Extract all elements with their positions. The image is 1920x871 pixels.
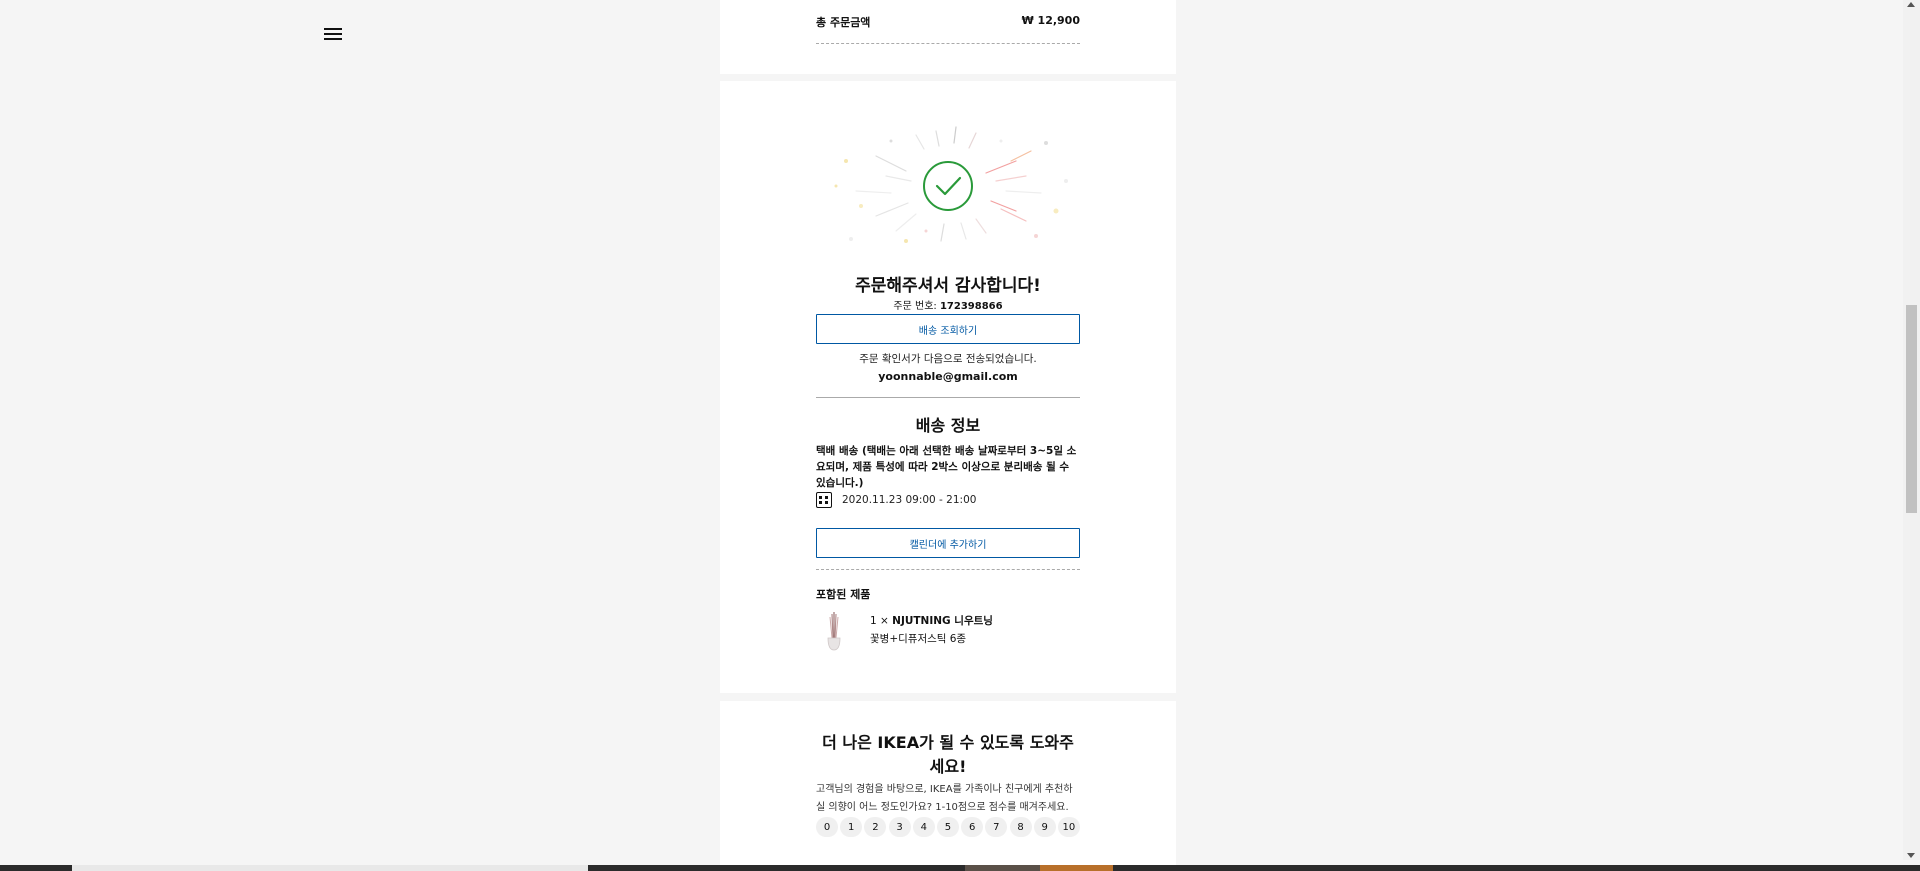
survey-title: 더 나은 IKEA가 될 수 있도록 도와주세요! <box>822 733 1074 776</box>
product-title: NJUTNING 니우트닝 <box>892 615 993 627</box>
rating-scale: 0 1 2 3 4 5 6 7 8 9 10 <box>816 817 1080 837</box>
product-image <box>827 612 841 651</box>
scroll-up-icon[interactable] <box>1907 2 1915 7</box>
total-row: 총 주문금액 ₩ 12,900 <box>816 14 1080 30</box>
rating-4[interactable]: 4 <box>912 817 935 837</box>
confetti-illustration <box>816 121 1080 251</box>
order-number-label: 주문 번호: <box>893 301 940 312</box>
total-label: 총 주문금액 <box>816 16 871 29</box>
rating-6[interactable]: 6 <box>961 817 984 837</box>
email-address: yoonnable@gmail.com <box>878 370 1018 383</box>
rating-10[interactable]: 10 <box>1057 817 1080 837</box>
total-value: ₩ 12,900 <box>1021 14 1080 27</box>
order-number-value: 172398866 <box>939 301 1003 312</box>
product-qty: 1 × <box>870 615 893 627</box>
taskbar-segment <box>72 865 588 871</box>
delivery-date: 2020.11.23 09:00 - 21:00 <box>842 494 977 506</box>
divider <box>816 43 1080 44</box>
add-to-calendar-button[interactable]: 캘린더에 추가하기 <box>816 528 1080 558</box>
rating-2[interactable]: 2 <box>864 817 887 837</box>
scroll-down-icon[interactable] <box>1907 853 1915 858</box>
survey-card: 더 나은 IKEA가 될 수 있도록 도와주세요! 고객님의 경험을 바탕으로,… <box>720 701 1176 871</box>
rating-7[interactable]: 7 <box>985 817 1008 837</box>
rating-1[interactable]: 1 <box>840 817 863 837</box>
rating-9[interactable]: 9 <box>1033 817 1056 837</box>
track-delivery-button[interactable]: 배송 조회하기 <box>816 314 1080 344</box>
rating-0[interactable]: 0 <box>816 817 838 837</box>
list-item: 1 × NJUTNING 니우트닝 꽃병+디퓨저스틱 6종 <box>816 610 1080 652</box>
taskbar <box>0 865 1920 871</box>
hamburger-menu-icon[interactable] <box>324 26 342 44</box>
order-summary-card: 총 주문금액 ₩ 12,900 <box>720 0 1176 74</box>
rating-8[interactable]: 8 <box>1009 817 1032 837</box>
calendar-icon <box>816 492 832 508</box>
delivery-description: 택배 배송 (택배는 아래 선택한 배송 날짜로부터 3~5일 소요되며, 제품… <box>816 445 1077 489</box>
taskbar-segment <box>965 865 1040 871</box>
divider <box>816 569 1080 570</box>
scrollbar[interactable] <box>1903 0 1920 860</box>
rating-3[interactable]: 3 <box>888 817 911 837</box>
divider <box>816 397 1080 398</box>
page-title: 주문해주셔서 감사합니다! <box>855 276 1041 296</box>
order-number: 주문 번호: 172398866 <box>816 297 1080 312</box>
delivery-title: 배송 정보 <box>915 416 981 435</box>
email-sent-text: 주문 확인서가 다음으로 전송되었습니다. <box>859 353 1037 365</box>
product-name: 1 × NJUTNING 니우트닝 <box>870 612 993 630</box>
delivery-date-row: 2020.11.23 09:00 - 21:00 <box>816 492 1080 508</box>
taskbar-segment <box>1040 865 1113 871</box>
rating-5[interactable]: 5 <box>936 817 959 837</box>
survey-description: 고객님의 경험을 바탕으로, IKEA를 가족이나 친구에게 추천하실 의향이 … <box>816 784 1073 813</box>
check-circle-icon <box>834 126 1068 243</box>
confirmation-card: 주문해주셔서 감사합니다! 주문 번호: 172398866 배송 조회하기 주… <box>720 81 1176 693</box>
included-products-title: 포함된 제품 <box>816 588 871 601</box>
scroll-thumb[interactable] <box>1906 305 1917 513</box>
product-desc: 꽃병+디퓨저스틱 6종 <box>870 633 967 645</box>
